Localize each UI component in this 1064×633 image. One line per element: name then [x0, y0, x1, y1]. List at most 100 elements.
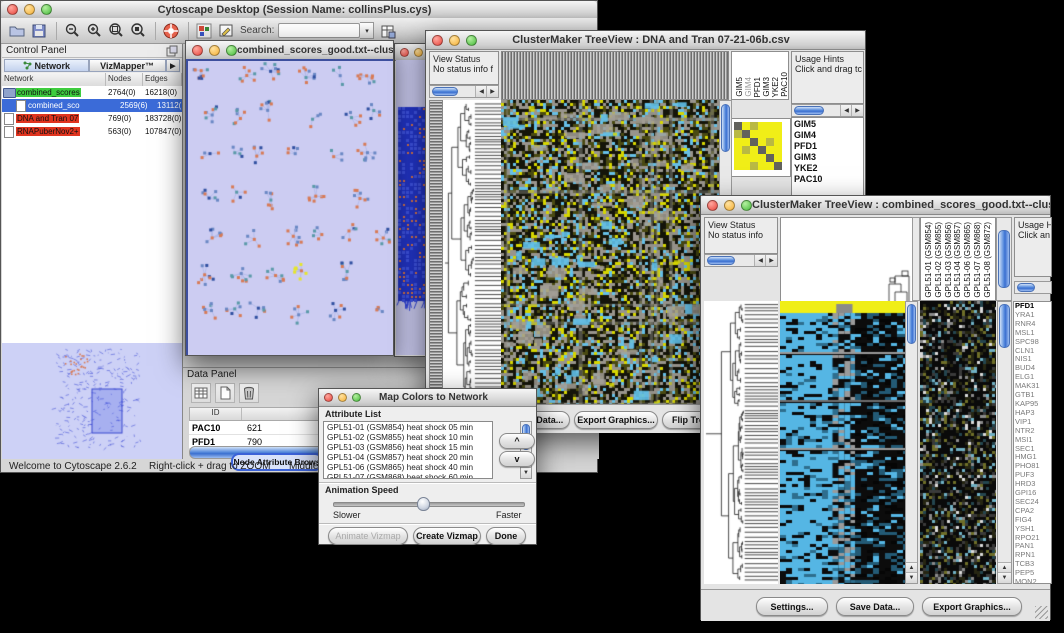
network-view-titlebar[interactable]: combined_scores_good.txt--cluste... [186, 41, 393, 60]
minimize-icon[interactable] [414, 48, 423, 57]
zoom-fit-icon[interactable] [106, 21, 126, 41]
scroll-thumb[interactable] [999, 304, 1010, 348]
close-icon[interactable] [400, 48, 409, 57]
column-label[interactable]: GPL51-04 (GSM857) [953, 222, 962, 298]
maximize-icon[interactable] [226, 45, 237, 56]
close-icon[interactable] [432, 35, 443, 46]
scroll-right-icon[interactable]: ▶ [851, 105, 863, 116]
gene-label[interactable]: YKE2 [794, 163, 861, 174]
network-graph-canvas[interactable] [188, 61, 393, 355]
treeview1-titlebar[interactable]: ClusterMaker TreeView : DNA and Tran 07-… [426, 31, 865, 50]
network-table-row[interactable]: combined_scores 2764(0) 16218(0) [2, 86, 182, 99]
scroll-thumb[interactable] [998, 230, 1010, 288]
treeview2-heatmap-vscrollbar[interactable]: ▲ ▼ [905, 301, 918, 584]
gene-label[interactable]: PAC10 [794, 174, 861, 185]
scroll-right-icon[interactable]: ▶ [765, 255, 777, 266]
attribute-browser-icon[interactable] [378, 21, 398, 41]
treeview2-expression-heatmap[interactable] [920, 301, 996, 584]
tabs-overflow-button[interactable]: ▶ [166, 59, 180, 72]
help-lifering-icon[interactable] [161, 21, 181, 41]
treeview1-column-dendrogram[interactable] [501, 51, 729, 100]
save-data-button[interactable]: Save Data... [836, 597, 914, 616]
animate-vizmap-button[interactable]: Animate Vizmap [328, 527, 408, 545]
treeview2-expression-vscrollbar[interactable]: ▲ ▼ [997, 301, 1012, 584]
network-overview-canvas[interactable] [4, 345, 178, 455]
gene-label[interactable]: GIM5 [794, 119, 861, 130]
minimize-icon[interactable] [449, 35, 460, 46]
attribute-item[interactable]: GPL51-06 (GSM865) heat shock 40 min [327, 463, 478, 473]
network-table-row[interactable]: DNA and Tran 07 769(0) 183728(0) [2, 112, 182, 125]
export-graphics-button[interactable]: Export Graphics... [922, 597, 1022, 616]
scroll-thumb[interactable] [432, 87, 458, 96]
attribute-item[interactable]: GPL51-04 (GSM857) heat shock 20 min [327, 453, 478, 463]
save-icon[interactable] [29, 21, 49, 41]
zoom-in-icon[interactable] [84, 21, 104, 41]
prefoldin-summary-heatmap[interactable] [734, 122, 790, 170]
treeview2-row-dendrogram[interactable] [704, 301, 778, 584]
resize-grip[interactable] [1035, 606, 1048, 619]
gene-label[interactable]: PFD1 [794, 141, 861, 152]
treeview2-heatmap[interactable] [780, 301, 905, 584]
close-icon[interactable] [707, 200, 718, 211]
scroll-right-icon[interactable]: ▶ [486, 86, 498, 97]
close-icon[interactable] [324, 393, 333, 402]
column-label[interactable]: GIM5 [735, 77, 744, 97]
treeview1-hints-hscrollbar[interactable]: ◀ ▶ [791, 104, 864, 117]
scroll-down-icon[interactable]: ▼ [906, 572, 917, 583]
column-label[interactable]: GIM4 [744, 77, 753, 97]
maximize-icon[interactable] [741, 200, 752, 211]
scroll-thumb[interactable] [907, 304, 916, 344]
tab-vizmapper[interactable]: VizMapper™ [89, 59, 166, 72]
treeview1-row-strip[interactable] [429, 100, 443, 404]
col-edges[interactable]: Edges [143, 73, 182, 86]
column-label[interactable]: GPL51-06 (GSM865) [963, 222, 972, 298]
scroll-thumb[interactable] [794, 106, 824, 115]
main-titlebar[interactable]: Cytoscape Desktop (Session Name: collins… [1, 1, 597, 19]
search-input[interactable] [278, 23, 360, 38]
scroll-down-icon[interactable]: ▼ [998, 572, 1011, 583]
attribute-listbox[interactable]: GPL51-01 (GSM854) heat shock 05 minGPL51… [323, 421, 493, 479]
treeview1-heatmap[interactable] [501, 100, 719, 404]
maximize-icon[interactable] [41, 4, 52, 15]
treeview2-titlebar[interactable]: ClusterMaker TreeView : combined_scores_… [701, 196, 1050, 215]
scroll-thumb[interactable] [707, 256, 735, 265]
treeview2-labels-vscrollbar[interactable] [996, 217, 1012, 301]
scroll-thumb[interactable] [1017, 283, 1035, 292]
network-overview-panel[interactable] [2, 343, 182, 459]
listbox-vscrollbar[interactable]: ▲ ▼ [520, 421, 532, 479]
done-button[interactable]: Done [486, 527, 526, 545]
maximize-icon[interactable] [466, 35, 477, 46]
export-graphics-button[interactable]: Export Graphics... [574, 411, 658, 429]
settings-button[interactable]: Settings... [756, 597, 828, 616]
new-attribute-icon[interactable] [215, 383, 235, 403]
column-label[interactable]: GPL51-07 (GSM868) [973, 222, 982, 298]
float-panel-icon[interactable] [166, 45, 178, 57]
dialog-titlebar[interactable]: Map Colors to Network [319, 389, 536, 407]
gene-label[interactable]: GIM3 [794, 152, 861, 163]
slider-thumb[interactable] [417, 497, 430, 511]
maximize-icon[interactable] [352, 393, 361, 402]
column-label[interactable]: GPL51-01 (GSM854) [924, 222, 933, 298]
gene-label[interactable]: GIM4 [794, 130, 861, 141]
treeview1-row-dendrogram[interactable] [443, 100, 501, 404]
close-icon[interactable] [7, 4, 18, 15]
create-vizmap-button[interactable]: Create Vizmap [413, 527, 481, 545]
column-label[interactable]: GPL51-02 (GSM855) [934, 222, 943, 298]
close-icon[interactable] [192, 45, 203, 56]
delete-attribute-trash-icon[interactable] [239, 383, 259, 403]
col-nodes[interactable]: Nodes [106, 73, 143, 86]
minimize-icon[interactable] [724, 200, 735, 211]
gene-label[interactable]: MON2 [1015, 578, 1050, 584]
treeview2-narrow-track[interactable] [912, 217, 920, 301]
zoom-out-icon[interactable] [62, 21, 82, 41]
column-label[interactable]: GPL51-08 (GSM872) [983, 222, 992, 298]
treeview1-status-hscrollbar[interactable]: ◀ ▶ [429, 85, 499, 98]
scroll-thumb[interactable] [721, 104, 730, 152]
open-folder-icon[interactable] [7, 21, 27, 41]
vizmapper-icon[interactable] [194, 21, 214, 41]
treeview2-hints-hscrollbar[interactable] [1014, 281, 1052, 294]
attribute-item[interactable]: GPL51-03 (GSM856) heat shock 15 min [327, 443, 478, 453]
attribute-item[interactable]: GPL51-07 (GSM868) heat shock 60 min [327, 473, 478, 479]
minimize-icon[interactable] [24, 4, 35, 15]
treeview2-status-hscrollbar[interactable]: ◀ ▶ [704, 254, 778, 267]
